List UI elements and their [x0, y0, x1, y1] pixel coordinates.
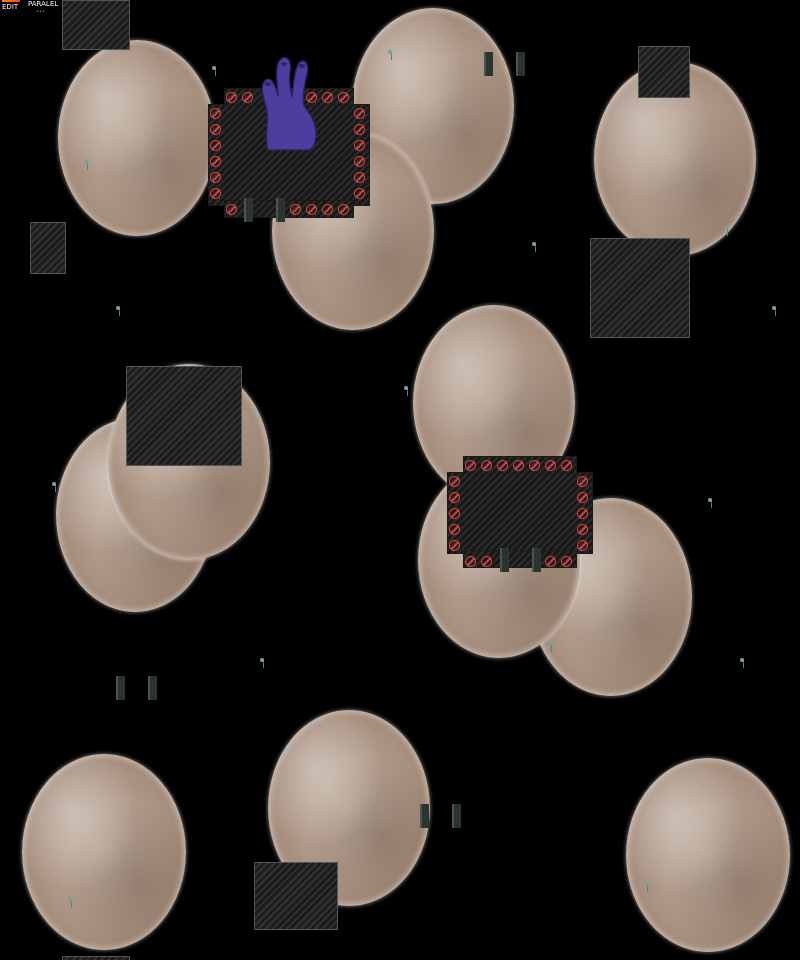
sprout-icon[interactable]: [708, 498, 716, 508]
sprout-icon[interactable]: [404, 386, 412, 396]
no-entry-icon: [210, 124, 221, 135]
no-entry-icon: [354, 188, 365, 199]
no-entry-icon: [513, 460, 524, 471]
no-entry-icon: [354, 156, 365, 167]
no-entry-icon: [338, 204, 349, 215]
no-entry-icon: [577, 524, 588, 535]
sprout-icon[interactable]: [52, 482, 60, 492]
no-entry-icon: [497, 460, 508, 471]
no-entry-icon: [465, 556, 476, 567]
health-bar: [2, 0, 20, 2]
no-entry-icon: [481, 556, 492, 567]
no-entry-icon: [354, 140, 365, 151]
gate-post: [276, 198, 285, 222]
ground-pad: [126, 366, 242, 466]
no-entry-icon: [449, 476, 460, 487]
sprout-icon[interactable]: [388, 50, 396, 60]
sprout-icon[interactable]: [532, 242, 540, 252]
game-world[interactable]: EDIT PARALEL •••: [0, 0, 800, 960]
ground-pad: [30, 222, 66, 274]
gate-post: [532, 548, 541, 572]
no-entry-icon: [577, 540, 588, 551]
gate-post: [500, 548, 509, 572]
no-entry-icon: [577, 476, 588, 487]
sprout-icon[interactable]: [84, 160, 92, 170]
gate-post: [116, 676, 125, 700]
sprout-icon[interactable]: [212, 66, 220, 76]
gate-post: [244, 198, 253, 222]
edit-label[interactable]: EDIT: [2, 3, 18, 11]
sealed-zone-bottom: [463, 550, 577, 568]
no-entry-icon: [338, 92, 349, 103]
no-entry-icon: [577, 492, 588, 503]
no-entry-icon: [210, 188, 221, 199]
no-entry-icon: [306, 204, 317, 215]
ground-pad: [62, 956, 130, 960]
sealed-zone[interactable]: [447, 472, 593, 554]
gate-post: [484, 52, 493, 76]
ground-pad: [254, 862, 338, 930]
sprout-icon[interactable]: [260, 658, 268, 668]
no-entry-icon: [449, 508, 460, 519]
gate-post: [420, 804, 429, 828]
no-entry-icon: [354, 172, 365, 183]
no-entry-icon: [210, 140, 221, 151]
no-entry-icon: [545, 556, 556, 567]
gate-post: [148, 676, 157, 700]
sprout-icon[interactable]: [644, 882, 652, 892]
ground-pad: [638, 46, 690, 98]
no-entry-icon: [210, 172, 221, 183]
no-entry-icon: [242, 92, 253, 103]
no-entry-icon: [354, 124, 365, 135]
world-title: PARALEL: [28, 0, 59, 8]
sprout-icon[interactable]: [116, 306, 124, 316]
rock: [22, 754, 186, 950]
gate-post: [452, 804, 461, 828]
no-entry-icon: [529, 460, 540, 471]
no-entry-icon: [226, 92, 237, 103]
no-entry-icon: [449, 524, 460, 535]
no-entry-icon: [449, 492, 460, 503]
sprout-icon[interactable]: [740, 658, 748, 668]
sprout-icon[interactable]: [68, 898, 76, 908]
hand-creature-icon[interactable]: [256, 54, 326, 152]
sprout-icon[interactable]: [724, 226, 732, 236]
no-entry-icon: [465, 460, 476, 471]
no-entry-icon: [354, 108, 365, 119]
no-entry-icon: [561, 460, 572, 471]
world-subtitle: •••: [36, 9, 45, 15]
sprout-icon[interactable]: [548, 642, 556, 652]
no-entry-icon: [577, 508, 588, 519]
hud-edit[interactable]: EDIT: [2, 0, 20, 11]
no-entry-icon: [322, 204, 333, 215]
rock: [626, 758, 790, 952]
no-entry-icon: [545, 460, 556, 471]
ground-pad: [590, 238, 690, 338]
rock: [58, 40, 216, 236]
no-entry-icon: [449, 540, 460, 551]
no-entry-icon: [210, 156, 221, 167]
no-entry-icon: [226, 204, 237, 215]
no-entry-icon: [290, 204, 301, 215]
sprout-icon[interactable]: [772, 306, 780, 316]
gate-post: [516, 52, 525, 76]
no-entry-icon: [561, 556, 572, 567]
no-entry-icon: [481, 460, 492, 471]
ground-pad: [62, 0, 130, 50]
no-entry-icon: [210, 108, 221, 119]
